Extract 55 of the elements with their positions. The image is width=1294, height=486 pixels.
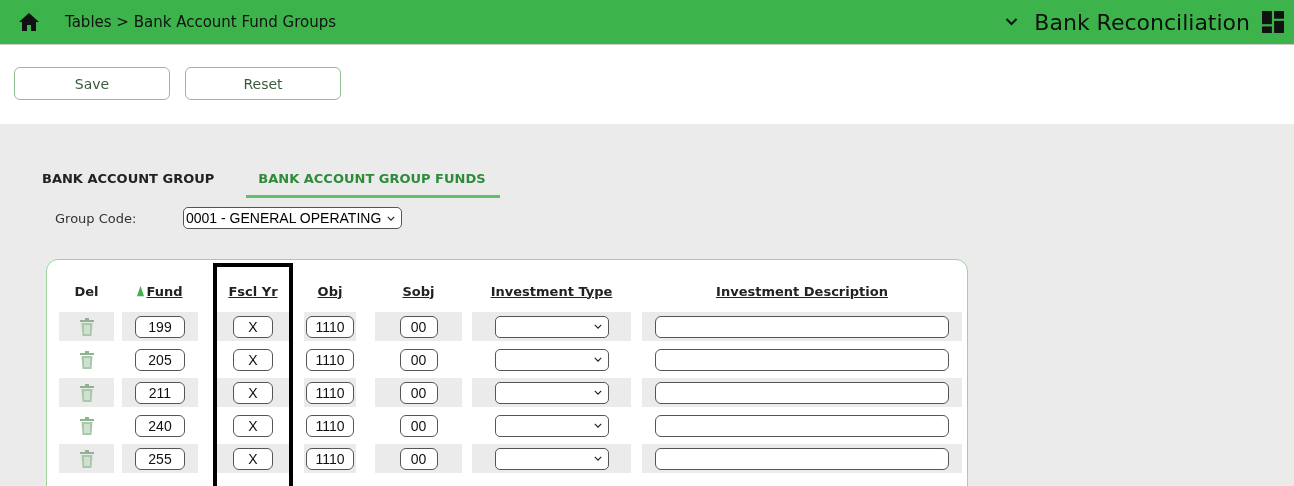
chevron-down-icon[interactable] — [1005, 18, 1019, 26]
tab[interactable]: BANK ACCOUNT GROUP — [40, 166, 229, 198]
save-button[interactable]: Save — [14, 67, 170, 100]
column-header-link[interactable]: Fund — [146, 283, 183, 299]
object-field[interactable]: 1110 — [306, 414, 354, 437]
chevron-down-icon — [593, 390, 602, 395]
fiscal-year-field[interactable]: X — [233, 414, 273, 437]
breadcrumb: Tables > Bank Account Fund Groups — [65, 13, 337, 31]
group-code-label: Group Code: — [55, 210, 138, 226]
home-icon[interactable] — [19, 13, 39, 31]
subobject-field[interactable]: 00 — [399, 315, 438, 338]
subobject-field[interactable]: 00 — [399, 348, 438, 371]
fund-field[interactable]: 211 — [135, 381, 185, 404]
reset-button[interactable]: Reset — [185, 67, 341, 100]
subobject-field[interactable]: 00 — [399, 381, 438, 404]
investment-type-dropdown[interactable] — [494, 348, 609, 371]
group-code-dropdown[interactable]: 0001 - GENERAL OPERATING — [183, 207, 403, 229]
column-header-link[interactable]: Obj — [317, 283, 343, 299]
investment-description-field[interactable] — [655, 447, 949, 470]
investment-description-field[interactable] — [655, 381, 949, 404]
fund-field[interactable]: 255 — [135, 447, 185, 470]
app-title: Bank Reconciliation — [1034, 9, 1250, 35]
object-field[interactable]: 1110 — [306, 447, 354, 470]
column-header-link[interactable]: Sobj — [402, 283, 435, 299]
object-field[interactable]: 1110 — [306, 381, 354, 404]
dashboard-icon[interactable] — [1262, 11, 1284, 33]
subobject-field[interactable]: 00 — [399, 447, 438, 470]
subobject-field[interactable]: 00 — [399, 414, 438, 437]
fiscal-year-field[interactable]: X — [233, 381, 273, 404]
investment-description-field[interactable] — [655, 348, 949, 371]
chevron-down-icon — [593, 357, 602, 362]
fund-field[interactable]: 205 — [135, 348, 185, 371]
object-field[interactable]: 1110 — [306, 315, 354, 338]
investment-type-dropdown[interactable] — [494, 315, 609, 338]
column-header-link[interactable]: Investment Description — [716, 283, 888, 299]
investment-type-dropdown[interactable] — [494, 414, 609, 437]
chevron-down-icon — [593, 423, 602, 428]
column-header-link[interactable]: Investment Type — [490, 283, 613, 299]
investment-type-dropdown[interactable] — [494, 447, 609, 470]
column-header-link[interactable]: Fscl Yr — [228, 283, 278, 299]
chevron-down-icon — [387, 215, 396, 221]
investment-type-dropdown[interactable] — [494, 381, 609, 404]
tab[interactable]: BANK ACCOUNT GROUP FUNDS — [246, 166, 500, 198]
sort-ascending-icon[interactable] — [137, 285, 145, 297]
fund-field[interactable]: 240 — [135, 414, 185, 437]
fiscal-year-field[interactable]: X — [233, 315, 273, 338]
column-header: Del — [74, 283, 99, 299]
fiscal-year-field[interactable]: X — [233, 447, 273, 470]
chevron-down-icon — [593, 324, 602, 329]
investment-description-field[interactable] — [655, 315, 949, 338]
object-field[interactable]: 1110 — [306, 348, 354, 371]
investment-description-field[interactable] — [655, 414, 949, 437]
fund-field[interactable]: 199 — [135, 315, 185, 338]
chevron-down-icon — [593, 456, 602, 461]
fiscal-year-field[interactable]: X — [233, 348, 273, 371]
